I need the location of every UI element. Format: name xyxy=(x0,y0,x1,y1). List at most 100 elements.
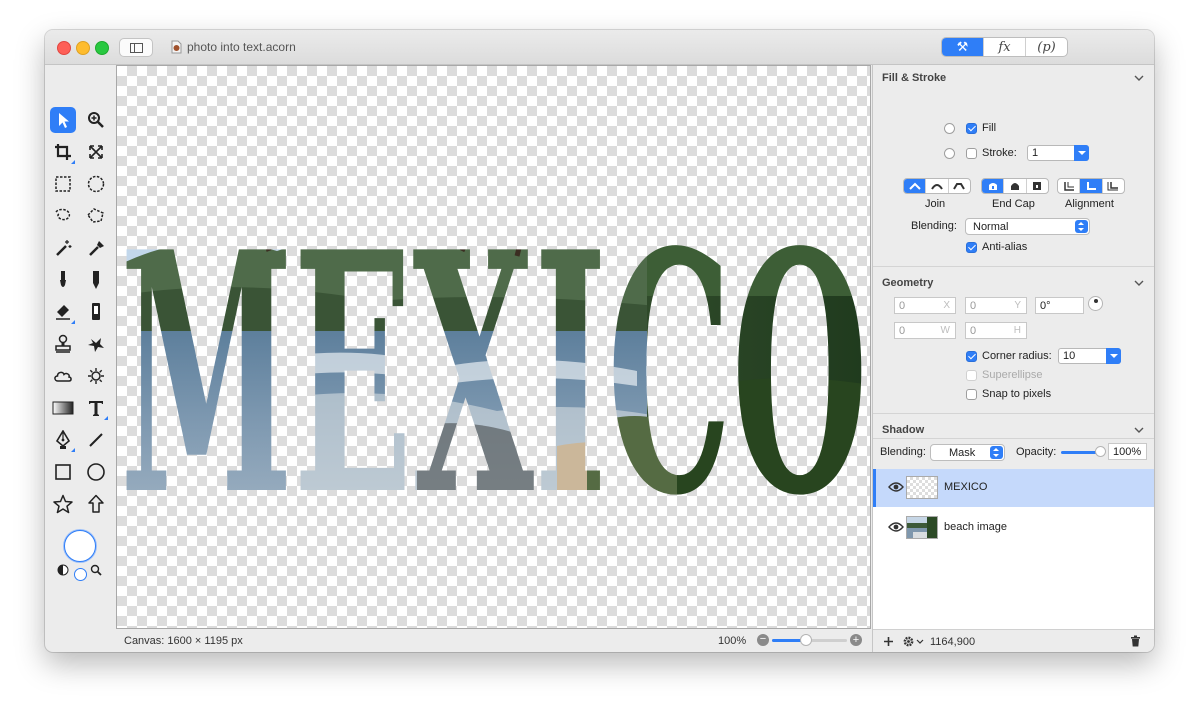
tool-rect-select[interactable] xyxy=(50,171,76,197)
rotation-knob[interactable] xyxy=(1088,296,1103,311)
tool-ellipse-select[interactable] xyxy=(83,171,109,197)
tool-transform[interactable] xyxy=(83,139,109,165)
align-outside-button[interactable] xyxy=(1101,179,1124,193)
height-field[interactable]: 0 H xyxy=(965,322,1027,339)
tool-lasso[interactable] xyxy=(50,203,76,229)
close-window-button[interactable] xyxy=(57,41,71,55)
alignment-control[interactable] xyxy=(1057,178,1125,194)
zoom-slider-knob[interactable] xyxy=(799,634,812,646)
layers-list[interactable]: MEXICO beach image xyxy=(873,469,1154,629)
y-field[interactable]: 0 Y xyxy=(965,297,1027,314)
layer-row[interactable]: MEXICO xyxy=(873,469,1154,507)
tool-smart-wand[interactable] xyxy=(83,235,109,261)
opacity-field[interactable]: 100% xyxy=(1108,443,1147,460)
tool-dodge-burn[interactable] xyxy=(83,363,109,389)
tool-zoom[interactable] xyxy=(83,107,109,133)
canvas-area[interactable]: MEXICO xyxy=(116,65,871,629)
eye-icon[interactable] xyxy=(888,522,904,532)
tool-smudge[interactable] xyxy=(50,363,76,389)
zoom-out-button[interactable]: − xyxy=(757,634,769,646)
stroke-radio[interactable] xyxy=(944,148,955,159)
zoom-slider[interactable] xyxy=(772,634,847,646)
swap-colors-icon[interactable] xyxy=(57,564,69,576)
stroke-width-dropdown-icon[interactable] xyxy=(1074,145,1089,161)
join-control[interactable] xyxy=(903,178,971,194)
corner-radius-dropdown-icon[interactable] xyxy=(1106,348,1121,364)
fill-checkbox[interactable] xyxy=(966,123,977,134)
fill-stroke-chevron-icon[interactable] xyxy=(1133,72,1145,84)
antialias-label: Anti-alias xyxy=(982,241,1028,253)
opacity-slider-knob[interactable] xyxy=(1095,446,1106,457)
foreground-color-well[interactable] xyxy=(64,530,96,562)
tab-effects[interactable]: fx xyxy=(983,38,1025,56)
eye-icon[interactable] xyxy=(888,482,904,492)
fill-radio[interactable] xyxy=(944,123,955,134)
trash-icon[interactable] xyxy=(1130,635,1141,647)
join-miter-button[interactable] xyxy=(904,179,926,193)
zoom-in-button[interactable]: + xyxy=(850,634,862,646)
tool-crop[interactable] xyxy=(50,139,76,165)
section-divider xyxy=(873,438,1154,439)
corner-radius-combo[interactable]: 10 xyxy=(1058,348,1121,364)
geometry-chevron-icon[interactable] xyxy=(1133,277,1145,289)
endcap-butt-button[interactable] xyxy=(982,179,1004,193)
rectangle-tool-icon xyxy=(55,464,71,480)
document-icon xyxy=(171,40,182,54)
snap-to-pixels-checkbox[interactable] xyxy=(966,389,977,400)
minimize-window-button[interactable] xyxy=(76,41,90,55)
tool-line[interactable] xyxy=(83,427,109,453)
layer-blending-popup[interactable]: Mask xyxy=(930,444,1005,461)
inspector-tab-control[interactable]: ⚒ fx (p) xyxy=(941,37,1068,57)
sidebar-toggle-button[interactable] xyxy=(119,38,153,57)
add-layer-icon[interactable] xyxy=(883,636,894,647)
width-field[interactable]: 0 W xyxy=(894,322,956,339)
masked-beach-photo xyxy=(120,180,868,506)
layer-name: beach image xyxy=(944,521,1007,533)
antialias-checkbox[interactable] xyxy=(966,242,977,253)
tool-heal[interactable] xyxy=(83,331,109,357)
tool-clone-stamp[interactable] xyxy=(50,331,76,357)
corner-radius-checkbox[interactable] xyxy=(966,351,977,362)
align-center-button[interactable] xyxy=(1079,179,1102,193)
tool-magic-wand[interactable] xyxy=(50,235,76,261)
align-inside-button[interactable] xyxy=(1058,179,1079,193)
tab-plugins[interactable]: (p) xyxy=(1025,38,1067,56)
tool-brush[interactable] xyxy=(50,267,76,293)
tool-fill-bucket[interactable] xyxy=(83,299,109,325)
tool-pen[interactable] xyxy=(50,427,76,453)
rotation-field[interactable]: 0° xyxy=(1035,297,1084,314)
inspector-panel: Fill & Stroke Fill Stroke: 1 Join End Ca… xyxy=(872,65,1154,652)
tool-pencil[interactable] xyxy=(83,267,109,293)
tool-select[interactable] xyxy=(50,107,76,133)
tool-circle[interactable] xyxy=(83,459,109,485)
y-value: 0 xyxy=(970,300,977,312)
join-round-button[interactable] xyxy=(925,179,947,193)
app-window: photo into text.acorn ⚒ fx (p) Canvas: 1… xyxy=(45,30,1154,652)
tool-eraser[interactable] xyxy=(50,299,76,325)
stroke-width-combo[interactable]: 1 xyxy=(1027,145,1089,161)
color-picker-zoom-icon[interactable] xyxy=(90,564,102,576)
layer-name: MEXICO xyxy=(944,481,988,493)
shadow-chevron-icon[interactable] xyxy=(1133,424,1145,436)
zoom-window-button[interactable] xyxy=(95,41,109,55)
tool-gradient[interactable] xyxy=(50,395,76,421)
tool-star[interactable] xyxy=(50,491,76,517)
tool-text[interactable] xyxy=(83,395,109,421)
gear-icon[interactable] xyxy=(902,635,924,648)
background-color-well[interactable] xyxy=(74,568,87,581)
tool-arrow[interactable] xyxy=(83,491,109,517)
stroke-checkbox[interactable] xyxy=(966,148,977,159)
tool-rectangle[interactable] xyxy=(50,459,76,485)
layer-row[interactable]: beach image xyxy=(873,509,1154,547)
blending-popup[interactable]: Normal xyxy=(965,218,1090,235)
x-field[interactable]: 0 X xyxy=(894,297,956,314)
end-cap-control[interactable] xyxy=(981,178,1049,194)
endcap-square-button[interactable] xyxy=(1025,179,1048,193)
join-bevel-button[interactable] xyxy=(947,179,970,193)
tab-tools[interactable]: ⚒ xyxy=(942,38,983,56)
canvas-image[interactable]: MEXICO xyxy=(117,66,870,628)
transform-icon xyxy=(89,145,103,159)
endcap-round-button[interactable] xyxy=(1003,179,1025,193)
tool-poly-lasso[interactable] xyxy=(83,203,109,229)
section-divider xyxy=(873,266,1154,267)
